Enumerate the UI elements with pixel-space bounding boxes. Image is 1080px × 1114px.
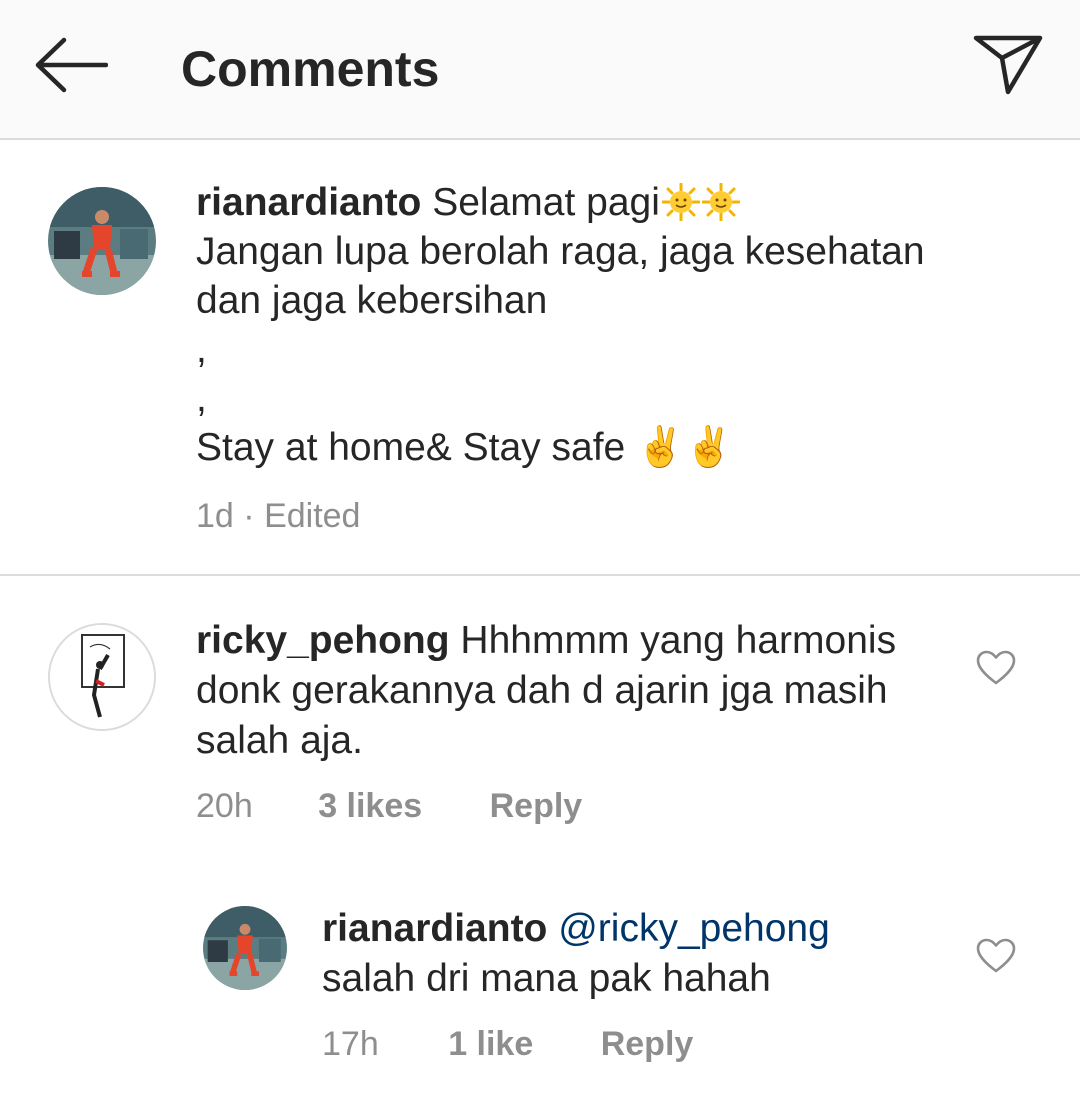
comment-meta: 20h 3 likes Reply: [196, 786, 582, 826]
comment-line-3: salah aja.: [196, 719, 363, 762]
back-button[interactable]: [30, 34, 112, 100]
caption-line-2: Jangan lupa berolah raga, jaga kesehatan: [196, 230, 925, 273]
caption-line-6: Stay at home& Stay safe ✌️✌️: [196, 426, 734, 469]
likes-count[interactable]: 3 likes: [318, 786, 422, 826]
like-button[interactable]: [974, 648, 1018, 692]
likes-count[interactable]: 1 like: [448, 1024, 533, 1064]
sun-emoji-icon: [701, 182, 741, 222]
separator: ·: [243, 497, 255, 535]
comment: ricky_pehong Hhhmmm yang harmonis donk g…: [196, 616, 956, 766]
caption: rianardianto Selamat pagi Jangan lupa be…: [196, 178, 1036, 472]
avatar[interactable]: [48, 623, 156, 731]
username[interactable]: rianardianto: [322, 907, 547, 950]
comment-line-1: ricky_pehong Hhhmmm yang harmonis: [196, 616, 956, 666]
caption-line-4: ,: [196, 328, 207, 371]
back-arrow-icon: [34, 37, 109, 98]
avatar[interactable]: [48, 187, 156, 295]
username[interactable]: rianardianto: [196, 181, 421, 224]
sun-emoji-icon: [661, 182, 701, 222]
avatar-photo: [50, 625, 154, 729]
avatar[interactable]: [203, 906, 287, 990]
timestamp: 1d: [196, 497, 234, 535]
comment-line-1: rianardianto @ricky_pehong: [322, 904, 952, 954]
caption-text: Selamat pagi: [432, 181, 660, 224]
caption-line-1: rianardianto Selamat pagi: [196, 178, 1036, 227]
heart-outline-icon: [976, 938, 1016, 979]
edited-label: Edited: [264, 497, 361, 535]
heart-outline-icon: [976, 650, 1016, 691]
caption-line-3: dan jaga kebersihan: [196, 279, 548, 322]
divider: [0, 574, 1080, 576]
timestamp: 20h: [196, 787, 253, 825]
timestamp: 17h: [322, 1025, 379, 1063]
avatar-photo: [203, 906, 287, 990]
comment-line-2: salah dri mana pak hahah: [322, 957, 771, 1000]
send-direct-icon: [972, 32, 1044, 101]
reply-comment: rianardianto @ricky_pehong salah dri man…: [322, 904, 952, 1004]
top-bar: Comments: [0, 0, 1080, 140]
username[interactable]: ricky_pehong: [196, 619, 450, 662]
caption-meta: 1d · Edited: [196, 496, 360, 536]
comment-text: Hhhmmm yang harmonis: [460, 619, 897, 662]
like-button[interactable]: [974, 936, 1018, 980]
comment-line-2: donk gerakannya dah d ajarin jga masih: [196, 669, 888, 712]
mention[interactable]: @ricky_pehong: [558, 907, 830, 950]
reply-button[interactable]: Reply: [490, 786, 583, 826]
caption-line-5: ,: [196, 377, 207, 420]
page-title: Comments: [181, 41, 440, 97]
reply-button[interactable]: Reply: [601, 1024, 694, 1064]
send-button[interactable]: [966, 30, 1050, 102]
avatar-photo: [48, 187, 156, 295]
comment-meta: 17h 1 like Reply: [322, 1024, 693, 1064]
